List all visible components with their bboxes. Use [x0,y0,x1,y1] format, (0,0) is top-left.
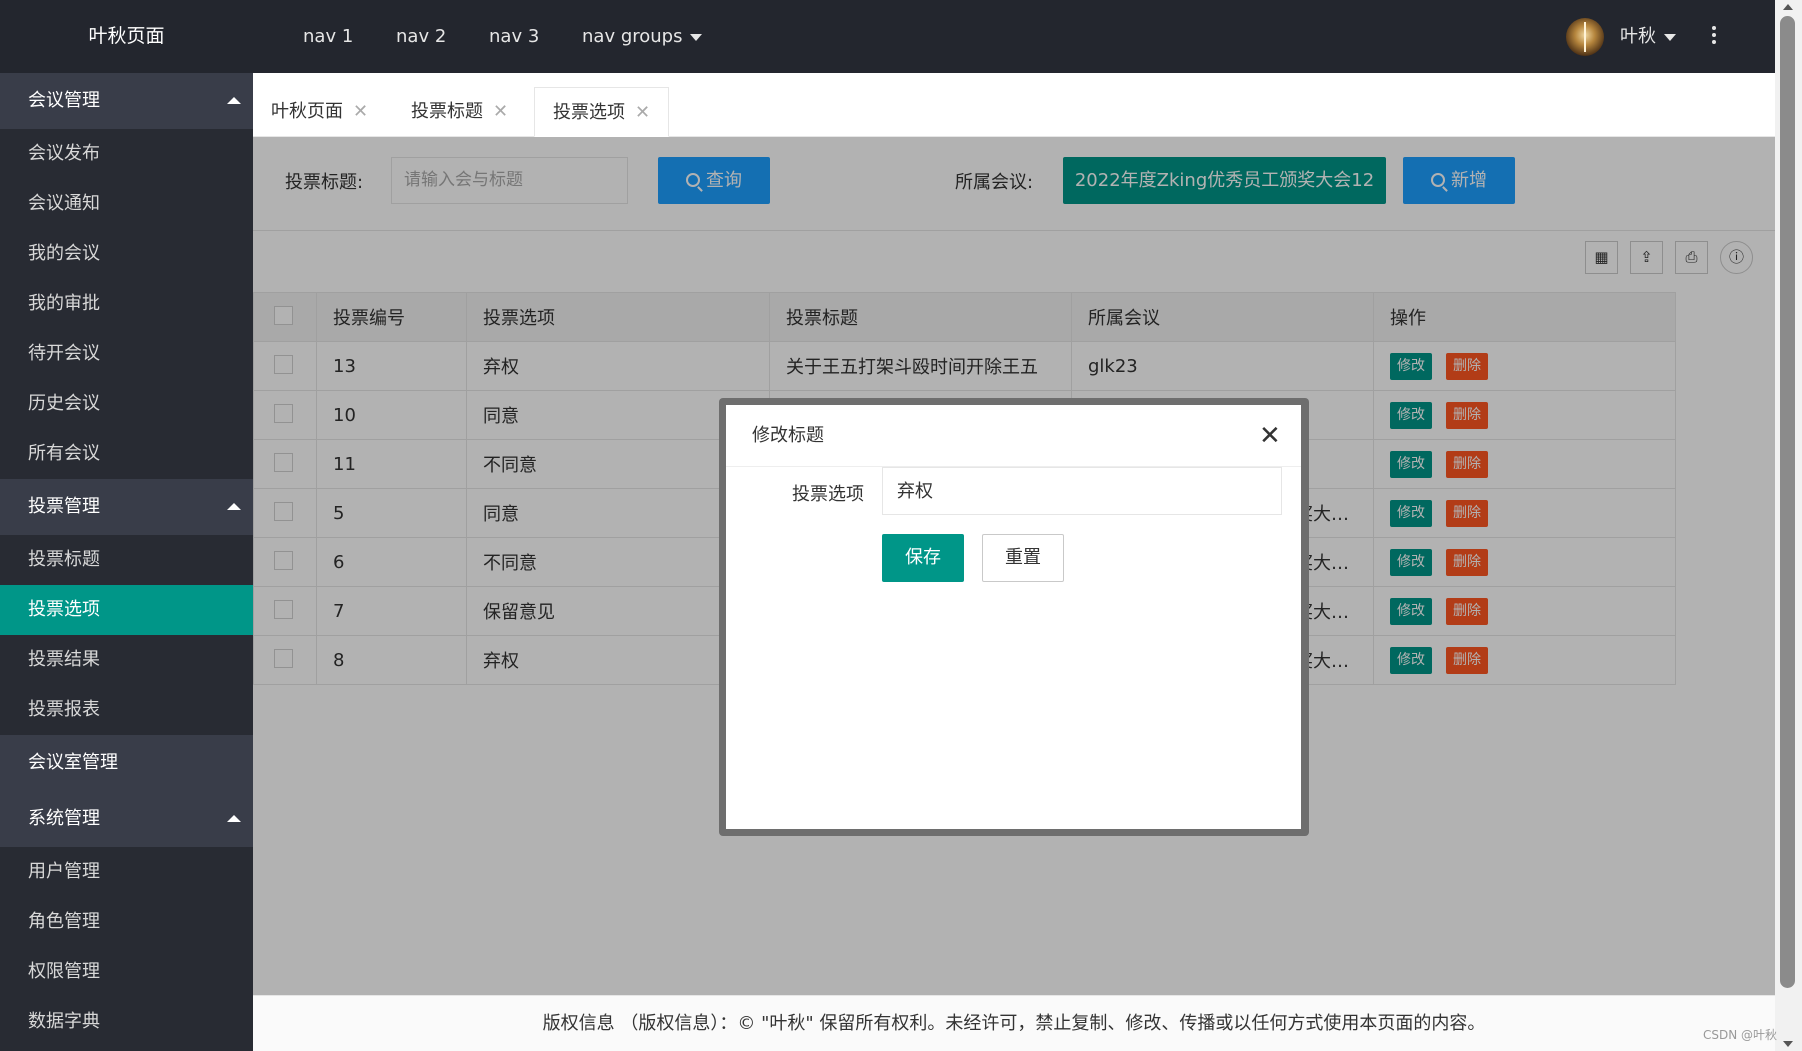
sidebar-group-label: 会议管理 [28,90,100,111]
tab-label: 叶秋页面 [271,101,343,122]
chevron-down-icon [1664,33,1676,41]
sidebar-group-vote[interactable]: 投票管理 [0,479,253,535]
close-icon[interactable]: ✕ [353,101,368,122]
sidebar-item-history-meetings[interactable]: 历史会议 [0,379,253,429]
sidebar-item-permissions[interactable]: 权限管理 [0,947,253,997]
page-scrollbar[interactable] [1775,0,1802,1051]
sidebar-item-my-meetings[interactable]: 我的会议 [0,229,253,279]
watermark: CSDN @叶秋 [1703,1028,1778,1042]
sidebar-group-meeting-room[interactable]: 会议室管理 [0,735,253,791]
user-menu[interactable]: 叶秋 [1620,0,1676,73]
close-icon[interactable]: ✕ [493,101,508,122]
sidebar-item-vote-report[interactable]: 投票报表 [0,685,253,735]
edit-modal: 修改标题 ✕ 投票选项 弃权 保存 重置 [726,405,1301,829]
sidebar-item-meeting-publish[interactable]: 会议发布 [0,129,253,179]
sidebar-group-system[interactable]: 系统管理 [0,791,253,847]
close-icon[interactable]: ✕ [1259,423,1281,449]
sidebar-item-vote-result[interactable]: 投票结果 [0,635,253,685]
sidebar-item-my-approvals[interactable]: 我的审批 [0,279,253,329]
scrollbar-thumb[interactable] [1780,16,1795,988]
sidebar-item-vote-option[interactable]: 投票选项 [0,585,253,635]
sidebar-group-label: 投票管理 [28,496,100,517]
caret-up-icon [227,815,241,822]
vote-option-field-label: 投票选项 [792,484,864,505]
sidebar-group-label: 系统管理 [28,808,100,829]
vote-option-input[interactable]: 弃权 [882,467,1282,515]
footer-copyright: 版权信息 （版权信息）：© "叶秋" 保留所有权利。未经许可，禁止复制、修改、传… [253,995,1775,1051]
user-name: 叶秋 [1620,26,1656,47]
nav-groups-menu[interactable]: nav groups [582,0,703,73]
tab-label: 投票选项 [553,102,625,123]
sidebar-item-vote-title[interactable]: 投票标题 [0,535,253,585]
scroll-down-icon[interactable] [1783,1041,1793,1047]
sidebar-item-roles[interactable]: 角色管理 [0,897,253,947]
sidebar-group-label: 会议室管理 [28,752,118,773]
tab-label: 投票标题 [411,101,483,122]
nav-groups-label: nav groups [582,26,683,47]
tab-vote-title[interactable]: 投票标题 ✕ [411,87,508,137]
save-button[interactable]: 保存 [882,534,964,582]
scroll-up-icon[interactable] [1783,4,1793,10]
tab-vote-option[interactable]: 投票选项 ✕ [534,87,670,137]
chevron-down-icon [690,33,703,41]
caret-up-icon [227,503,241,510]
nav-item-3[interactable]: nav 3 [489,0,539,73]
avatar[interactable] [1566,18,1604,56]
nav-item-2[interactable]: nav 2 [396,0,446,73]
more-vertical-icon[interactable] [1711,26,1717,48]
sidebar-item-meeting-notice[interactable]: 会议通知 [0,179,253,229]
top-header: nav 1 nav 2 nav 3 nav groups 叶秋 [253,0,1775,73]
sidebar-item-dictionary[interactable]: 数据字典 [0,997,253,1047]
nav-item-1[interactable]: nav 1 [303,0,353,73]
reset-button[interactable]: 重置 [982,534,1064,582]
sidebar-item-users[interactable]: 用户管理 [0,847,253,897]
caret-up-icon [227,97,241,104]
sidebar-item-pending-meetings[interactable]: 待开会议 [0,329,253,379]
app-logo[interactable]: 叶秋页面 [0,0,253,73]
close-icon[interactable]: ✕ [635,102,650,123]
sidebar-group-meeting[interactable]: 会议管理 [0,73,253,129]
tab-bar: 叶秋页面 ✕ 投票标题 ✕ 投票选项 ✕ [253,73,1775,137]
modal-title: 修改标题 [726,405,1301,467]
tab-home[interactable]: 叶秋页面 ✕ [271,87,368,137]
sidebar: 叶秋页面 会议管理 会议发布 会议通知 我的会议 我的审批 待开会议 历史会议 … [0,0,253,1051]
sidebar-item-all-meetings[interactable]: 所有会议 [0,429,253,479]
